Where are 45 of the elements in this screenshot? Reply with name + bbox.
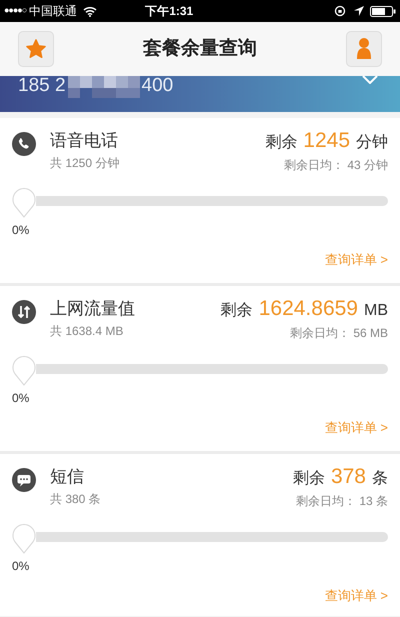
- remaining-label: 剩余: [265, 133, 298, 153]
- remaining-label: 剩余: [292, 469, 325, 489]
- battery-icon: [370, 6, 396, 16]
- total-amount: 共 1250 分钟: [50, 155, 120, 172]
- star-icon: [25, 38, 47, 60]
- carrier-name: 中国联通: [29, 3, 78, 20]
- total-amount: 共 380 条: [50, 491, 101, 508]
- chat-bubble-icon: [12, 468, 36, 492]
- total-amount: 共 1638.4 MB: [50, 323, 124, 340]
- remaining-unit: 分钟: [356, 133, 388, 153]
- profile-button[interactable]: [346, 31, 382, 67]
- daily-average: 剩余日均： 56 MB: [290, 325, 388, 342]
- slider-thumb[interactable]: [12, 356, 36, 386]
- wifi-icon: [83, 6, 98, 16]
- remaining-value: 1245: [303, 128, 350, 154]
- chevron-down-icon[interactable]: [362, 76, 378, 84]
- remaining-unit: 条: [372, 469, 388, 489]
- usage-percent: 0%: [12, 391, 30, 405]
- up-down-arrows-icon: [12, 300, 36, 324]
- signal-dots: ●●●●○: [4, 4, 26, 18]
- detail-link[interactable]: 查询详单 >: [324, 418, 388, 438]
- page-title: 套餐余量查询: [143, 36, 257, 61]
- detail-link[interactable]: 查询详单 >: [324, 586, 388, 606]
- card-title: 短信: [50, 466, 85, 488]
- remaining-value: 1624.8659: [258, 296, 358, 322]
- daily-average: 剩余日均： 43 分钟: [284, 157, 388, 174]
- phone-number-end: 400: [142, 76, 174, 96]
- detail-link[interactable]: 查询详单 >: [324, 250, 388, 270]
- remaining-value: 378: [330, 464, 366, 490]
- usage-percent: 0%: [12, 559, 30, 573]
- phone-icon: [12, 132, 36, 156]
- phone-number-start: 185 2: [18, 76, 66, 96]
- person-icon: [356, 37, 372, 61]
- location-arrow-icon: [354, 6, 364, 16]
- rotation-lock-icon: [334, 5, 346, 17]
- slider-thumb[interactable]: [12, 524, 36, 554]
- daily-average: 剩余日均： 13 条: [296, 493, 388, 510]
- card-title: 语音电话: [50, 130, 119, 152]
- usage-percent: 0%: [12, 223, 30, 237]
- remaining-unit: MB: [364, 301, 388, 321]
- favorites-button[interactable]: [18, 31, 54, 67]
- remaining-label: 剩余: [220, 301, 253, 321]
- clock-time: 下午1:31: [145, 3, 194, 20]
- slider-thumb[interactable]: [12, 188, 36, 218]
- card-title: 上网流量值: [50, 298, 135, 320]
